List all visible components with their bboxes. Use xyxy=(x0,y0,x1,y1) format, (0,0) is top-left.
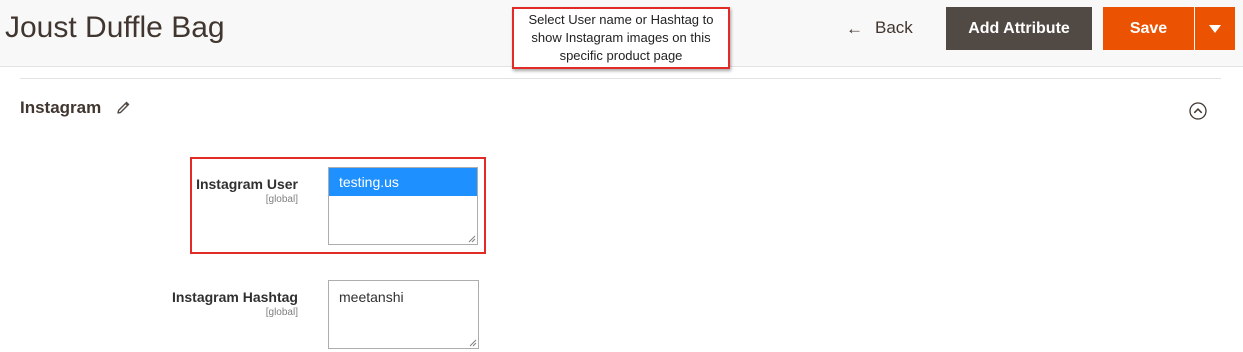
instagram-user-scope: [global] xyxy=(265,194,298,205)
chevron-up-circle-icon[interactable] xyxy=(1189,102,1207,120)
arrow-left-icon: ← xyxy=(846,18,863,38)
instagram-user-option-selected[interactable]: testing.us xyxy=(329,168,477,196)
section-header-instagram[interactable]: Instagram xyxy=(20,97,131,119)
pencil-icon[interactable] xyxy=(115,100,131,116)
instagram-hashtag-label: Instagram Hashtag xyxy=(171,289,298,305)
back-button[interactable]: ← Back xyxy=(846,10,913,46)
instagram-hashtag-scope: [global] xyxy=(265,307,298,318)
instagram-user-select[interactable]: testing.us xyxy=(328,167,478,245)
section-title: Instagram xyxy=(20,98,102,117)
caret-down-icon xyxy=(1209,24,1221,33)
section-divider xyxy=(20,78,1221,79)
instagram-hashtag-textarea[interactable]: meetanshi xyxy=(328,280,479,349)
save-options-toggle[interactable] xyxy=(1195,7,1235,50)
save-button-group: Save xyxy=(1103,7,1235,50)
resize-grip-icon[interactable] xyxy=(469,339,477,347)
annotation-callout: Select User name or Hashtag to show Inst… xyxy=(512,7,730,69)
instagram-user-label: Instagram User xyxy=(196,176,298,192)
page-title: Joust Duffle Bag xyxy=(5,11,225,44)
resize-grip-icon[interactable] xyxy=(468,235,476,243)
add-attribute-button[interactable]: Add Attribute xyxy=(946,7,1092,50)
save-button[interactable]: Save xyxy=(1103,7,1194,50)
back-label: Back xyxy=(875,18,913,37)
instagram-hashtag-value: meetanshi xyxy=(339,289,404,305)
